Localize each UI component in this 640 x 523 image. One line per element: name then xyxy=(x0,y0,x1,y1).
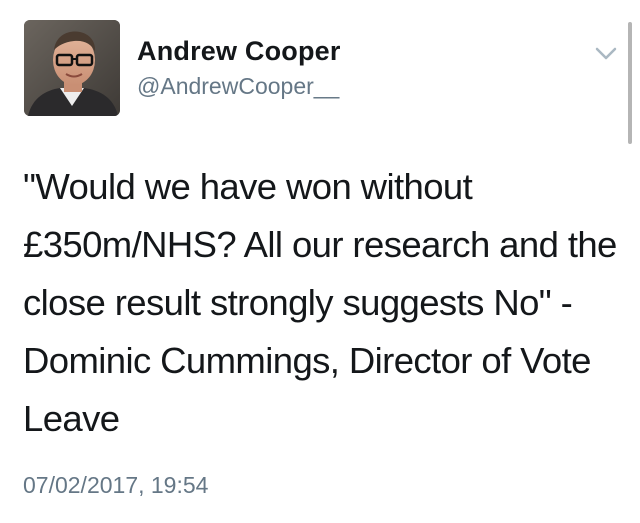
tweet-text: "Would we have won without £350m/NHS? Al… xyxy=(23,166,617,439)
user-handle[interactable]: @AndrewCooper__ xyxy=(137,73,339,100)
scrollbar[interactable] xyxy=(628,22,632,144)
avatar-photo xyxy=(24,20,120,116)
tweet-timestamp[interactable]: 07/02/2017, 19:54 xyxy=(23,472,208,499)
avatar[interactable] xyxy=(24,20,120,116)
tweet-card: Andrew Cooper @AndrewCooper__ "Would we … xyxy=(0,0,640,523)
display-name[interactable]: Andrew Cooper xyxy=(137,36,341,67)
chevron-down-icon[interactable] xyxy=(594,46,618,62)
